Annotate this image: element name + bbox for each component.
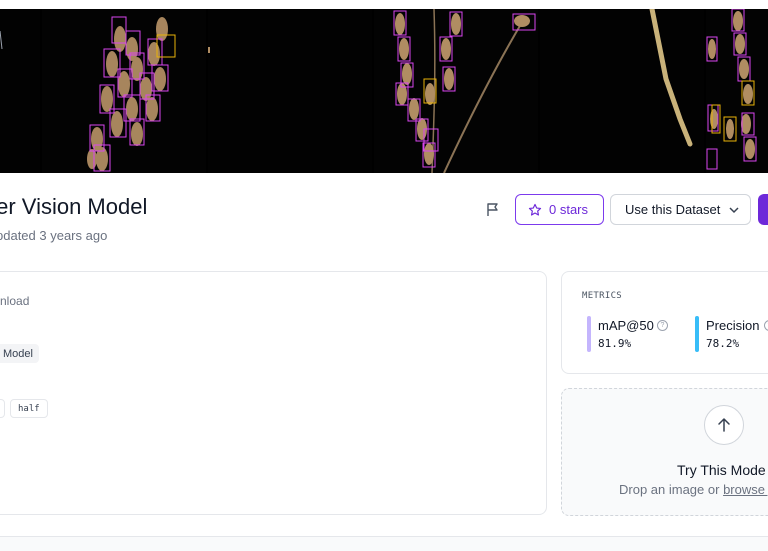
option-chip[interactable]: [0, 399, 5, 418]
help-icon[interactable]: ?: [764, 320, 768, 331]
model-title: ter Vision Model: [0, 194, 148, 219]
browse-link[interactable]: browse y: [723, 482, 768, 497]
use-dataset-button[interactable]: Use this Dataset: [610, 194, 751, 225]
sample-image-2[interactable]: [42, 9, 206, 173]
sample-image-4[interactable]: [374, 9, 538, 173]
arrow-up-icon: [718, 418, 730, 432]
use-dataset-label: Use this Dataset: [625, 202, 721, 217]
star-button[interactable]: 0 stars: [515, 194, 604, 225]
map50-bar: [587, 316, 591, 352]
chevron-down-icon: [729, 206, 739, 213]
half-chip[interactable]: half: [10, 399, 48, 418]
updated-text: pdated 3 years ago: [0, 228, 108, 243]
sample-image-1[interactable]: [0, 9, 40, 173]
sample-images-strip: [0, 9, 768, 173]
model-type-tag: Model: [0, 344, 39, 363]
help-icon[interactable]: ?: [657, 320, 668, 331]
metrics-section-label: METRICS: [582, 291, 623, 301]
download-text: nload: [0, 294, 30, 308]
sample-image-6[interactable]: [706, 9, 768, 173]
map50-value: 81.9%: [598, 337, 632, 350]
footer-strip: [0, 536, 768, 551]
sample-image-3[interactable]: [208, 9, 372, 173]
primary-action-button[interactable]: [758, 194, 768, 225]
precision-name: Precision: [706, 318, 760, 333]
model-type-label: Model: [3, 347, 33, 360]
model-details-card: [0, 271, 547, 515]
half-chip-label: half: [18, 403, 40, 414]
stars-count-label: 0 stars: [549, 202, 589, 217]
sample-image-5[interactable]: [540, 9, 704, 173]
precision-bar: [695, 316, 699, 352]
drop-instructions: Drop an image or browse y: [619, 482, 768, 497]
drop-text: Drop an image or: [619, 482, 724, 497]
map50-name: mAP@50: [598, 318, 654, 333]
precision-value: 78.2%: [706, 337, 740, 350]
report-flag-icon[interactable]: [484, 201, 502, 219]
try-model-title: Try This Mode: [677, 462, 766, 478]
upload-button[interactable]: [704, 405, 744, 445]
star-icon: [528, 203, 542, 216]
